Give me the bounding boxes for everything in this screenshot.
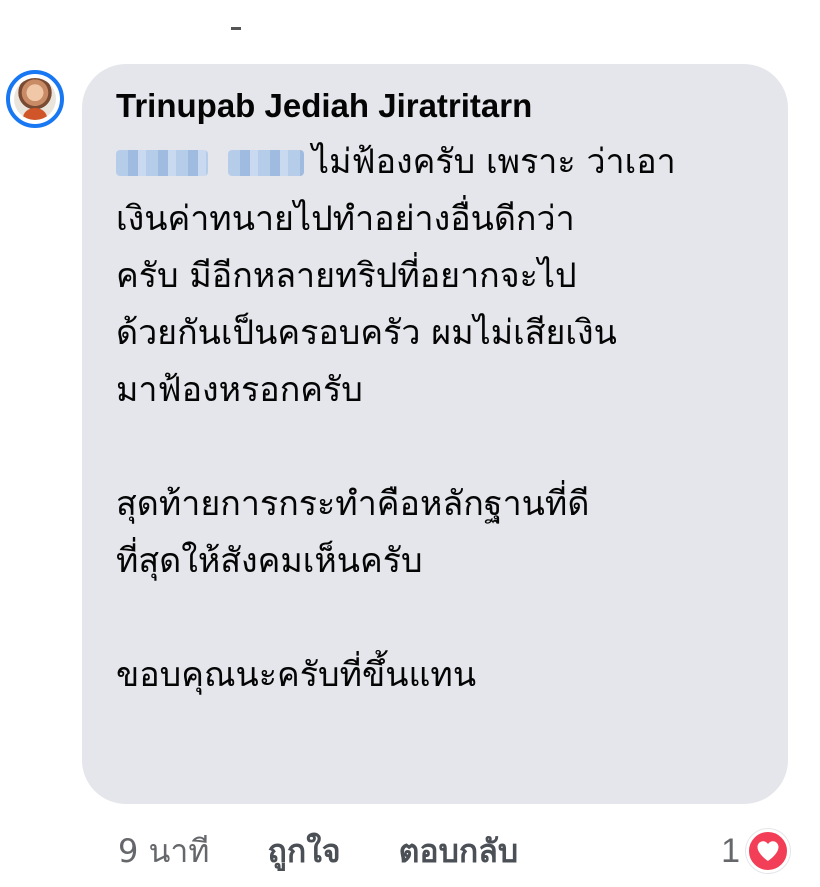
avatar-photo [14,78,56,120]
comment-line: มาฟ้องหรอกครับ [116,370,363,410]
author-name[interactable]: Trinupab Jediah Jiratritarn [116,84,758,130]
comment-line: ด้วยกันเป็นครอบครัว ผมไม่เสียเงิน [116,313,617,353]
heart-icon [746,829,790,873]
blurred-mention-tag[interactable] [116,146,304,180]
comment-actions: 9 นาที ถูกใจ ตอบกลับ [118,826,518,876]
comment-line: ไม่ฟ้องครับ เพราะ ว่าเอา [312,142,676,182]
like-button[interactable]: ถูกใจ [267,826,340,877]
comment-blank-line [116,590,758,647]
comment-screen: Trinupab Jediah Jiratritarn ไม่ฟ้องครับ … [0,0,820,887]
comment-line: ขอบคุณนะครับที่ขึ้นแทน [116,655,477,695]
reaction-summary[interactable]: 1 [721,826,790,876]
comment-line: ที่สุดให้สังคมเห็นครับ [116,541,423,581]
reaction-count: 1 [721,831,740,870]
reply-button[interactable]: ตอบกลับ [399,826,519,877]
comment-line: สุดท้ายการกระทำคือหลักฐานที่ดี [116,484,590,524]
comment-body: ไม่ฟ้องครับ เพราะ ว่าเอา เงินค่าทนายไปทำ… [116,134,758,704]
comment-line: เงินค่าทนายไปทำอย่างอื่นดีกว่า [116,199,575,239]
comment-blank-line [116,419,758,476]
comment-timestamp[interactable]: 9 นาที [118,826,209,877]
divider-dash [231,27,241,30]
comment-line: ครับ มีอีกหลายทริปที่อยากจะไป [116,256,577,296]
author-avatar[interactable] [6,70,64,128]
comment-bubble: Trinupab Jediah Jiratritarn ไม่ฟ้องครับ … [82,64,788,804]
